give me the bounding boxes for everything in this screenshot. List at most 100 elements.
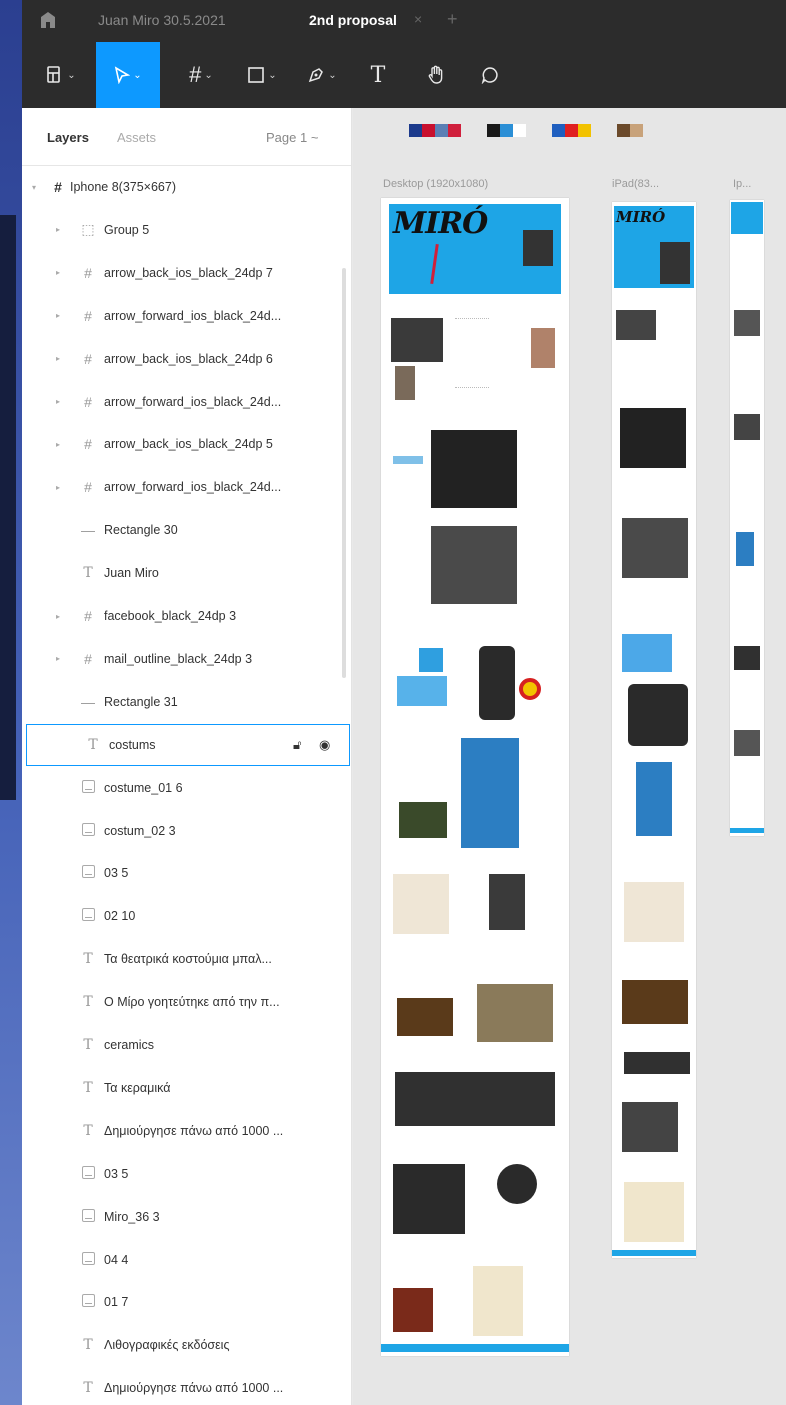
text-block <box>455 318 489 388</box>
text-icon: T <box>83 1122 93 1139</box>
layer-row[interactable]: T Τα θεατρικά κοστούμια μπαλ... <box>22 938 352 980</box>
desktop-artboard[interactable]: MIRÓ <box>381 198 569 1356</box>
layer-row[interactable]: ▾ # Iphone 8(375×667) <box>22 166 352 208</box>
color-swatch[interactable] <box>435 124 448 137</box>
color-swatch[interactable] <box>422 124 435 137</box>
layer-row[interactable]: T Λιθογραφικές εκδόσεις <box>22 1324 352 1366</box>
chevron-right-icon[interactable]: ▸ <box>56 440 60 449</box>
color-swatch[interactable] <box>487 124 500 137</box>
red-brush-stroke <box>430 243 439 285</box>
close-tab-icon[interactable]: × <box>414 11 422 27</box>
color-swatch[interactable] <box>552 124 565 137</box>
tab-layers[interactable]: Layers <box>47 130 89 145</box>
file-tab[interactable]: Juan Miro 30.5.2021 <box>98 12 226 28</box>
color-swatch[interactable] <box>448 124 461 137</box>
sketch-block <box>393 874 449 934</box>
layer-row[interactable]: ▸ # arrow_back_ios_black_24dp 7 <box>22 252 352 294</box>
main-menu-button[interactable]: ⌄ <box>34 42 88 108</box>
color-swatch[interactable] <box>500 124 513 137</box>
design-canvas[interactable]: Desktop (1920x1080) iPad(83... Ip... MIR… <box>353 108 786 1405</box>
photo-block <box>395 1072 555 1126</box>
frame-icon: # <box>84 436 92 453</box>
ipad-artboard[interactable]: MIRÓ <box>612 202 696 1258</box>
layer-row[interactable]: Tceramics <box>22 1024 352 1066</box>
frame-label-desktop[interactable]: Desktop (1920x1080) <box>383 178 488 190</box>
home-icon[interactable] <box>40 11 56 29</box>
layer-row[interactable]: Miro_36 3 <box>22 1196 352 1238</box>
hero-portrait-image <box>660 242 690 284</box>
text-tool-button[interactable]: T <box>358 42 398 108</box>
layer-row[interactable]: T Ο Μίρο γοητεύτηκε από την π... <box>22 981 352 1023</box>
color-swatch[interactable] <box>617 124 630 137</box>
layer-row[interactable]: — Rectangle 31 <box>22 681 352 723</box>
chevron-right-icon[interactable]: ▸ <box>56 483 60 492</box>
hero-banner: MIRÓ <box>389 204 561 294</box>
layer-label: Rectangle 30 <box>104 523 178 538</box>
layer-row[interactable]: T Juan Miro <box>22 552 352 594</box>
color-swatch[interactable] <box>578 124 591 137</box>
pen-tool-button[interactable]: ⌄ <box>294 42 350 108</box>
layer-row[interactable]: ▸ # arrow_back_ios_black_24dp 6 <box>22 338 352 380</box>
color-swatch[interactable] <box>409 124 422 137</box>
miro-logo: MIRÓ <box>616 208 666 226</box>
comment-tool-button[interactable] <box>470 42 510 108</box>
hand-tool-button[interactable] <box>416 42 456 108</box>
layer-label: arrow_forward_ios_black_24d... <box>104 308 282 323</box>
layer-row[interactable]: — Rectangle 30 <box>22 509 352 551</box>
chevron-right-icon[interactable]: ▸ <box>56 397 60 406</box>
layer-row[interactable]: ▸ # arrow_forward_ios_black_24d... <box>22 466 352 508</box>
layer-row[interactable]: 03 5 <box>22 1153 352 1195</box>
layer-row[interactable]: T Δημιούργησε πάνω από 1000 ... <box>22 1110 352 1152</box>
iphone-artboard[interactable] <box>730 200 764 836</box>
color-swatch[interactable] <box>565 124 578 137</box>
chevron-right-icon[interactable]: ▸ <box>56 225 60 234</box>
move-tool-button[interactable]: ⌄ <box>96 42 160 108</box>
photo-block <box>477 984 553 1042</box>
layer-row[interactable]: T Δημιούργησε πάνω από 1000 ... <box>22 1367 352 1405</box>
layer-row[interactable]: costum_02 3 <box>22 810 352 852</box>
frame-tool-button[interactable]: # ⌄ <box>172 42 230 108</box>
figma-menu-icon <box>47 66 61 83</box>
layer-row[interactable]: ▸ # arrow_forward_ios_black_24d... <box>22 381 352 423</box>
color-swatch[interactable] <box>513 124 526 137</box>
layer-row[interactable]: 01 7 <box>22 1281 352 1323</box>
active-page-tab[interactable]: 2nd proposal <box>309 12 397 28</box>
layer-row[interactable]: ▸ ⬚ Group 5 <box>22 209 352 251</box>
layer-row[interactable]: Tcostums 🔓︎ ◉ <box>26 723 350 766</box>
layer-row[interactable]: ▸ # facebook_black_24dp 3 <box>22 595 352 637</box>
frame-icon: # <box>84 650 92 667</box>
photo-block <box>531 328 555 368</box>
layer-label: Ο Μίρο γοητεύτηκε από την π... <box>104 995 280 1010</box>
eye-icon[interactable]: ◉ <box>319 737 330 753</box>
chevron-down-icon[interactable]: ▾ <box>32 183 36 192</box>
layer-label: 04 4 <box>104 1252 129 1267</box>
layer-row[interactable]: costume_01 6 <box>22 767 352 809</box>
artwork-block <box>622 980 688 1024</box>
title-bar: Juan Miro 30.5.2021 2nd proposal × + <box>22 0 786 42</box>
frame-label-ipad[interactable]: iPad(83... <box>612 178 659 190</box>
layer-row[interactable]: ▸ # arrow_back_ios_black_24dp 5 <box>22 423 352 465</box>
layer-row[interactable]: 03 5 <box>22 852 352 894</box>
text-icon: T <box>83 1380 93 1397</box>
layer-label: Rectangle 31 <box>104 694 178 709</box>
page-selector[interactable]: Page 1 ~ <box>266 130 318 145</box>
chevron-right-icon[interactable]: ▸ <box>56 654 60 663</box>
color-swatch[interactable] <box>630 124 643 137</box>
add-tab-icon[interactable]: + <box>447 9 458 30</box>
unlock-icon[interactable]: 🔓︎ <box>293 737 301 753</box>
layer-row[interactable]: ▸ # mail_outline_black_24dp 3 <box>22 638 352 680</box>
layer-row[interactable]: ▸ # arrow_forward_ios_black_24d... <box>22 295 352 337</box>
shape-tool-button[interactable]: ⌄ <box>234 42 290 108</box>
chevron-right-icon[interactable]: ▸ <box>56 311 60 320</box>
tab-assets[interactable]: Assets <box>117 130 156 145</box>
layer-row[interactable]: T Τα κεραμικά <box>22 1067 352 1109</box>
artwork-block <box>479 646 515 720</box>
chevron-right-icon[interactable]: ▸ <box>56 354 60 363</box>
layer-row[interactable]: 02 10 <box>22 895 352 937</box>
layer-row[interactable]: 04 4 <box>22 1239 352 1281</box>
chevron-right-icon[interactable]: ▸ <box>56 268 60 277</box>
frame-icon: # <box>84 393 92 410</box>
frame-label-iphone[interactable]: Ip... <box>733 178 751 190</box>
chevron-right-icon[interactable]: ▸ <box>56 612 60 621</box>
layer-label: 03 5 <box>104 866 129 881</box>
